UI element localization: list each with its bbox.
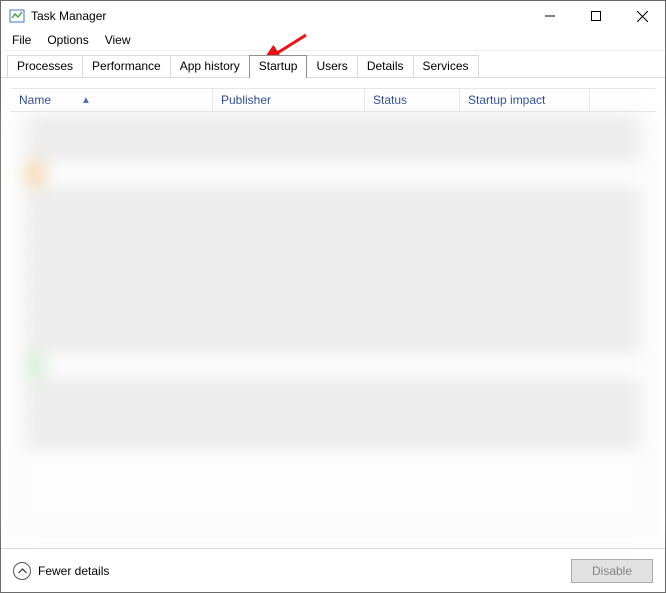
column-label: Publisher — [221, 93, 271, 107]
column-header-publisher[interactable]: Publisher — [213, 89, 365, 111]
maximize-button[interactable] — [573, 1, 619, 31]
task-manager-icon — [9, 8, 25, 24]
window-controls — [527, 1, 665, 31]
tab-services[interactable]: Services — [413, 55, 479, 77]
tab-processes[interactable]: Processes — [7, 55, 83, 77]
startup-list[interactable] — [11, 112, 655, 534]
tab-users[interactable]: Users — [306, 55, 357, 77]
fewer-details-label: Fewer details — [38, 564, 109, 578]
minimize-button[interactable] — [527, 1, 573, 31]
column-label: Startup impact — [468, 93, 545, 107]
column-header-impact[interactable]: Startup impact — [460, 89, 590, 111]
column-header-name[interactable]: Name ▲ — [11, 89, 213, 111]
disable-label: Disable — [592, 564, 632, 578]
menu-options[interactable]: Options — [40, 31, 95, 49]
content-area: Name ▲ Publisher Status Startup impact — [1, 78, 665, 548]
close-button[interactable] — [619, 1, 665, 31]
tab-details[interactable]: Details — [357, 55, 414, 77]
window-title: Task Manager — [31, 9, 106, 23]
tab-app-history[interactable]: App history — [170, 55, 250, 77]
column-label: Status — [373, 93, 407, 107]
tab-performance[interactable]: Performance — [82, 55, 171, 77]
column-label: Name — [19, 93, 51, 107]
footer: Fewer details Disable — [1, 548, 665, 592]
tabbar: Processes Performance App history Startu… — [1, 51, 665, 78]
menubar: File Options View — [1, 31, 665, 51]
titlebar: Task Manager — [1, 1, 665, 31]
tab-startup[interactable]: Startup — [249, 55, 308, 78]
chevron-up-icon — [13, 562, 31, 580]
table-header: Name ▲ Publisher Status Startup impact — [11, 88, 655, 112]
menu-view[interactable]: View — [98, 31, 138, 49]
disable-button[interactable]: Disable — [571, 559, 653, 583]
menu-file[interactable]: File — [5, 31, 38, 49]
column-header-status[interactable]: Status — [365, 89, 460, 111]
fewer-details-button[interactable]: Fewer details — [13, 562, 109, 580]
sort-ascending-icon: ▲ — [81, 95, 91, 106]
